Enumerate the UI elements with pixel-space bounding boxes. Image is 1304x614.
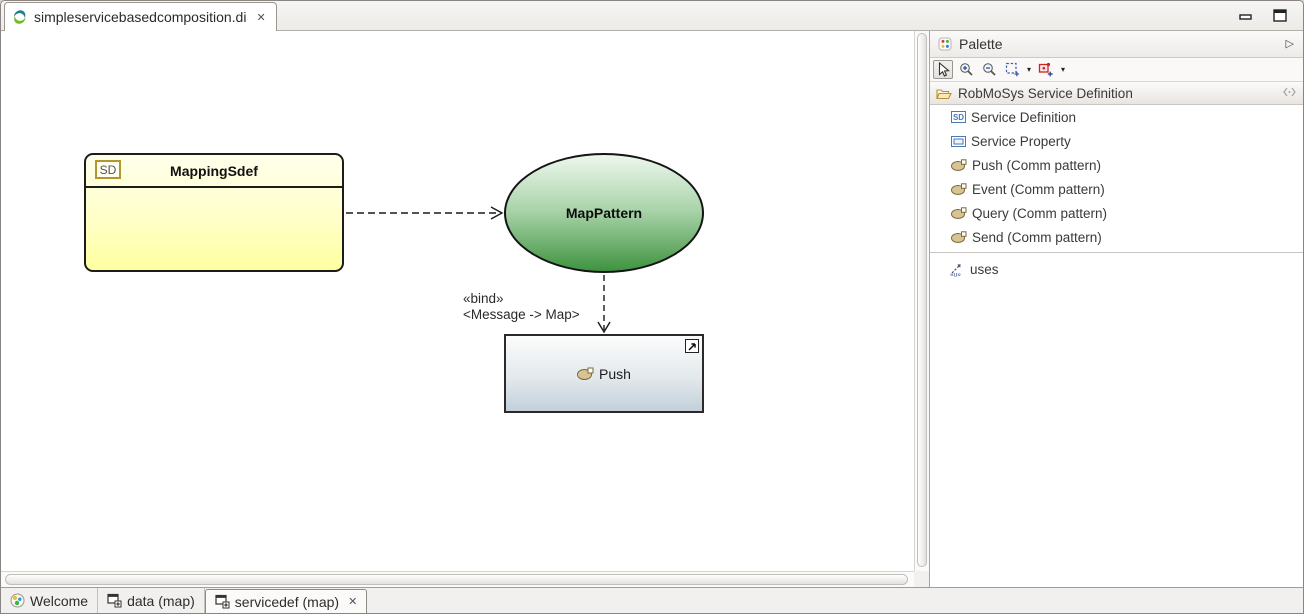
palette-item-query[interactable]: Query (Comm pattern): [930, 201, 1303, 225]
editor-area: SD MappingSdef MapPattern «bind» <Messag…: [1, 31, 1303, 587]
bind-edge-label[interactable]: «bind» <Message -> Map>: [463, 291, 580, 323]
svg-text:SD: SD: [953, 113, 964, 122]
editor-tab-title: simpleservicebasedcomposition.di: [34, 9, 247, 25]
connector-layer: [346, 206, 611, 334]
diagram-tab-bar: Welcome data (map) servicedef (map) ✕: [1, 587, 1303, 613]
palette-item-label: uses: [970, 261, 999, 277]
folder-open-icon: [936, 87, 952, 100]
node-push-label: Push: [599, 365, 631, 382]
node-mappattern-title: MapPattern: [565, 205, 643, 221]
zoom-in-tool[interactable]: [956, 60, 976, 79]
comm-pattern-icon: [951, 207, 967, 219]
diagram-icon: [107, 593, 122, 608]
node-mappingsdef[interactable]: SD MappingSdef: [84, 153, 344, 272]
palette-item-push[interactable]: Push (Comm pattern): [930, 153, 1303, 177]
tab-label: data (map): [127, 592, 195, 609]
palette-item-label: Query (Comm pattern): [972, 205, 1108, 221]
close-icon[interactable]: ✕: [348, 595, 357, 608]
palette-toolbar: ▾ ▾: [930, 58, 1303, 82]
palette-item-label: Send (Comm pattern): [972, 229, 1102, 245]
palette-title: Palette: [959, 36, 1003, 52]
application-window: simpleservicebasedcomposition.di ✕ SD Ma…: [0, 0, 1304, 614]
comm-pattern-icon: [577, 367, 594, 380]
diagram-canvas-wrap: SD MappingSdef MapPattern «bind» <Messag…: [1, 31, 929, 587]
comm-pattern-icon: [951, 183, 967, 195]
tab-label: servicedef (map): [234, 593, 340, 610]
bind-label-line2: <Message -> Map>: [463, 307, 580, 322]
note-dropdown-icon[interactable]: ▾: [1059, 65, 1067, 74]
node-mappattern[interactable]: MapPattern: [504, 153, 704, 273]
shortcut-arrow-icon: [685, 339, 699, 353]
palette-item-label: Event (Comm pattern): [972, 181, 1105, 197]
palette-header[interactable]: Palette ▷: [930, 31, 1303, 58]
scrollbar-corner: [914, 571, 929, 587]
node-mappingsdef-title: MappingSdef: [170, 162, 258, 179]
palette-flyout-icon[interactable]: ▷: [1286, 37, 1294, 50]
canvas-horizontal-scrollbar[interactable]: [1, 571, 914, 587]
palette-item-service-property[interactable]: Service Property: [930, 129, 1303, 153]
bind-label-line1: «bind»: [463, 291, 504, 306]
palette-item-label: Service Definition: [971, 109, 1077, 125]
drawer-title: RobMoSys Service Definition: [958, 85, 1133, 101]
node-mappingsdef-header: SD MappingSdef: [86, 155, 342, 188]
marquee-tool[interactable]: [1002, 60, 1022, 79]
palette-item-event[interactable]: Event (Comm pattern): [930, 177, 1303, 201]
palette-separator: [930, 252, 1303, 253]
select-tool[interactable]: [933, 60, 953, 79]
marquee-dropdown-icon[interactable]: ▾: [1025, 65, 1033, 74]
uses-dependency-icon: «u»: [949, 262, 965, 277]
palette-icon: [938, 37, 952, 51]
palette-panel: Palette ▷ ▾ ▾ RobMoSys Service Definitio…: [929, 31, 1303, 587]
diagram-canvas[interactable]: SD MappingSdef MapPattern «bind» <Messag…: [1, 31, 914, 571]
node-push[interactable]: Push: [504, 334, 704, 413]
svg-text:«u»: «u»: [950, 271, 961, 277]
welcome-icon: [10, 593, 25, 608]
maximize-view-icon[interactable]: [1273, 9, 1289, 23]
palette-item-uses[interactable]: «u» uses: [930, 256, 1303, 282]
tab-data-map[interactable]: data (map): [98, 588, 205, 613]
bind-edge-mappattern-push[interactable]: [597, 275, 611, 334]
service-definition-icon: SD: [951, 111, 966, 123]
comm-pattern-icon: [951, 231, 967, 243]
service-property-icon: [951, 135, 966, 147]
tab-welcome[interactable]: Welcome: [1, 588, 99, 613]
tab-simpleservicebasedcomposition[interactable]: simpleservicebasedcomposition.di ✕: [4, 2, 277, 31]
comm-pattern-icon: [951, 159, 967, 171]
palette-item-send[interactable]: Send (Comm pattern): [930, 225, 1303, 249]
editor-tab-bar: simpleservicebasedcomposition.di ✕: [1, 1, 1303, 31]
minimize-view-icon[interactable]: [1239, 9, 1255, 23]
palette-drawer-robmosys[interactable]: RobMoSys Service Definition: [930, 82, 1303, 105]
canvas-vertical-scrollbar[interactable]: [914, 31, 929, 571]
dependency-edge-mappingsdef-mappattern[interactable]: [346, 206, 504, 220]
close-icon[interactable]: ✕: [256, 11, 265, 24]
tab-label: Welcome: [30, 592, 89, 609]
zoom-out-tool[interactable]: [979, 60, 999, 79]
papyrus-icon: [12, 9, 28, 25]
palette-item-label: Push (Comm pattern): [972, 157, 1102, 173]
diagram-icon: [215, 594, 230, 609]
sd-stereotype-badge: SD: [95, 160, 121, 179]
note-tool[interactable]: [1036, 60, 1056, 79]
palette-item-service-definition[interactable]: SD Service Definition: [930, 105, 1303, 129]
palette-item-label: Service Property: [971, 133, 1071, 149]
tab-servicedef-map[interactable]: servicedef (map) ✕: [204, 589, 368, 613]
pin-drawer-icon[interactable]: [1283, 87, 1296, 97]
